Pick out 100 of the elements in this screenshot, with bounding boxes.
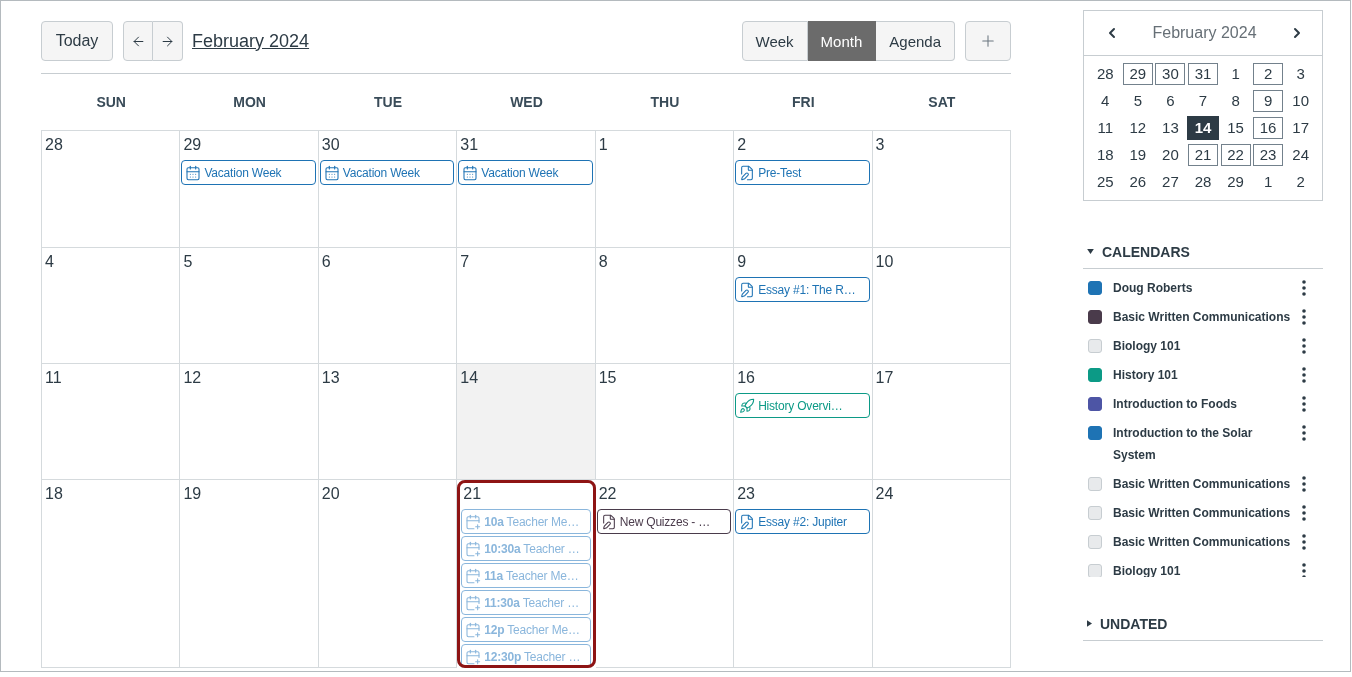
month-title-link[interactable]: February 2024 — [192, 30, 310, 52]
day-number: 20 — [321, 484, 340, 504]
mini-calendar-day[interactable]: 30 — [1155, 62, 1186, 85]
day-number: 6 — [321, 252, 331, 272]
mini-calendar-day[interactable]: 29 — [1220, 170, 1251, 193]
calendar-plus-icon — [465, 513, 482, 530]
kebab-menu-icon[interactable] — [1302, 367, 1306, 383]
mini-calendar-day[interactable]: 18 — [1090, 143, 1121, 166]
assignment-chip[interactable]: Essay #2: Jupiter — [735, 509, 870, 534]
calendar-name: Introduction to the Solar System — [1113, 425, 1254, 464]
weekday-label: THU — [650, 94, 680, 110]
day-number: 22 — [598, 484, 617, 504]
kebab-menu-icon[interactable] — [1302, 505, 1306, 521]
document-pencil-icon — [600, 513, 617, 530]
view-button[interactable]: Week — [741, 21, 808, 61]
calendar-color-checkbox[interactable] — [1088, 310, 1102, 324]
calendar-name: History 101 — [1113, 367, 1179, 384]
mini-calendar-day[interactable]: 1 — [1253, 170, 1284, 193]
calendar-name: Biology 101 — [1113, 563, 1182, 577]
mini-calendar-day[interactable]: 28 — [1188, 170, 1218, 193]
calendar-plus-icon — [465, 621, 482, 638]
calendar-name: Basic Written Communications — [1113, 534, 1292, 551]
kebab-menu-icon[interactable] — [1302, 534, 1306, 550]
calendars-toggle[interactable]: CALENDARS — [1083, 235, 1323, 269]
mini-calendar-day[interactable]: 14 — [1187, 115, 1219, 140]
mini-calendar-day[interactable]: 17 — [1285, 116, 1316, 139]
mini-calendar-day[interactable]: 12 — [1122, 116, 1153, 139]
mini-calendar-day[interactable]: 2 — [1285, 170, 1316, 193]
kebab-menu-icon[interactable] — [1302, 563, 1306, 577]
mini-calendar-day[interactable]: 20 — [1155, 143, 1186, 166]
quiz-chip[interactable]: History Overvi… — [735, 393, 870, 418]
mini-calendar-day[interactable]: 31 — [1188, 62, 1218, 85]
mini-calendar-day[interactable]: 27 — [1155, 170, 1186, 193]
kebab-menu-icon[interactable] — [1302, 338, 1306, 354]
mini-calendar-day[interactable]: 26 — [1122, 170, 1153, 193]
mini-calendar-day[interactable]: 24 — [1285, 143, 1316, 166]
mini-calendar-day[interactable]: 7 — [1188, 89, 1218, 112]
mini-calendar-day[interactable]: 11 — [1090, 116, 1121, 139]
event-chip[interactable]: Vacation Week — [181, 160, 316, 185]
day-number: 28 — [45, 135, 63, 155]
mini-calendar-day[interactable]: 19 — [1122, 143, 1153, 166]
day-number: 4 — [45, 252, 54, 272]
view-button[interactable]: Agenda — [876, 21, 955, 61]
mini-calendar-day[interactable]: 28 — [1090, 62, 1121, 85]
mini-calendar-day[interactable]: 21 — [1188, 143, 1218, 166]
event-chip[interactable]: Vacation Week — [458, 160, 593, 185]
mini-calendar-day[interactable]: 22 — [1220, 143, 1251, 166]
mini-calendar-day[interactable]: 25 — [1090, 170, 1121, 193]
arrow-right-icon — [160, 33, 175, 49]
calendar-name: Basic Written Communications — [1113, 476, 1292, 493]
mini-calendar-day[interactable]: 2 — [1253, 62, 1284, 85]
view-button[interactable]: Month — [807, 21, 877, 61]
weekday-label: FRI — [792, 94, 815, 110]
mini-calendar-day[interactable]: 9 — [1253, 89, 1284, 112]
calendar-name: Doug Roberts — [1113, 280, 1194, 297]
calendar-name: Basic Written Communications — [1113, 505, 1292, 522]
day-number: 5 — [183, 252, 193, 272]
kebab-menu-icon[interactable] — [1302, 309, 1306, 325]
mini-calendar-day[interactable]: 3 — [1285, 62, 1316, 85]
mini-calendar-day[interactable]: 13 — [1155, 116, 1186, 139]
mini-calendar-day[interactable]: 16 — [1253, 116, 1284, 139]
day-number: 19 — [183, 484, 202, 504]
mini-calendar-day[interactable]: 10 — [1285, 89, 1316, 112]
mini-calendar-day[interactable]: 15 — [1220, 116, 1251, 139]
mini-calendar-day[interactable]: 4 — [1090, 89, 1121, 112]
kebab-menu-icon[interactable] — [1302, 425, 1306, 441]
day-number: 16 — [737, 368, 755, 388]
calendar-icon — [462, 164, 479, 181]
mini-calendar-day[interactable]: 29 — [1122, 62, 1153, 85]
day-number: 24 — [875, 484, 894, 504]
kebab-menu-icon[interactable] — [1302, 476, 1306, 492]
mini-calendar-day[interactable]: 5 — [1122, 89, 1153, 112]
event-chip[interactable]: Vacation Week — [319, 160, 455, 185]
undated-toggle[interactable]: UNDATED — [1083, 607, 1323, 641]
calendar-color-checkbox[interactable] — [1088, 281, 1102, 295]
day-number: 23 — [737, 484, 755, 504]
calendar-name: Basic Written Communications — [1113, 309, 1292, 326]
weekday-label: TUE — [374, 94, 403, 110]
weekday-label: WED — [510, 94, 543, 110]
mini-calendar-day[interactable]: 6 — [1155, 89, 1186, 112]
day-number: 9 — [737, 252, 747, 272]
day-number: 8 — [598, 252, 608, 272]
document-pencil-icon — [739, 513, 756, 530]
kebab-menu-icon[interactable] — [1302, 280, 1306, 296]
kebab-menu-icon[interactable] — [1302, 396, 1306, 412]
calendar-color-checkbox[interactable] — [1088, 397, 1102, 411]
plus-icon — [979, 32, 997, 50]
calendar-color-checkbox[interactable] — [1088, 368, 1102, 382]
document-pencil-icon — [739, 281, 756, 298]
mini-calendar-day[interactable]: 1 — [1220, 62, 1251, 85]
calendar-icon — [185, 164, 202, 181]
day-number: 7 — [460, 252, 470, 272]
assignment-chip[interactable]: Essay #1: The R… — [735, 277, 870, 302]
assignment-chip[interactable]: Pre-Test — [735, 160, 870, 185]
assignment-chip[interactable]: New Quizzes - … — [596, 509, 732, 534]
mini-calendar-day[interactable]: 8 — [1220, 89, 1251, 112]
mini-calendar-day[interactable]: 23 — [1253, 143, 1284, 166]
calendar-color-checkbox[interactable] — [1088, 426, 1102, 440]
calendar-name: Biology 101 — [1113, 338, 1182, 355]
today-button[interactable]: Today — [41, 21, 113, 61]
